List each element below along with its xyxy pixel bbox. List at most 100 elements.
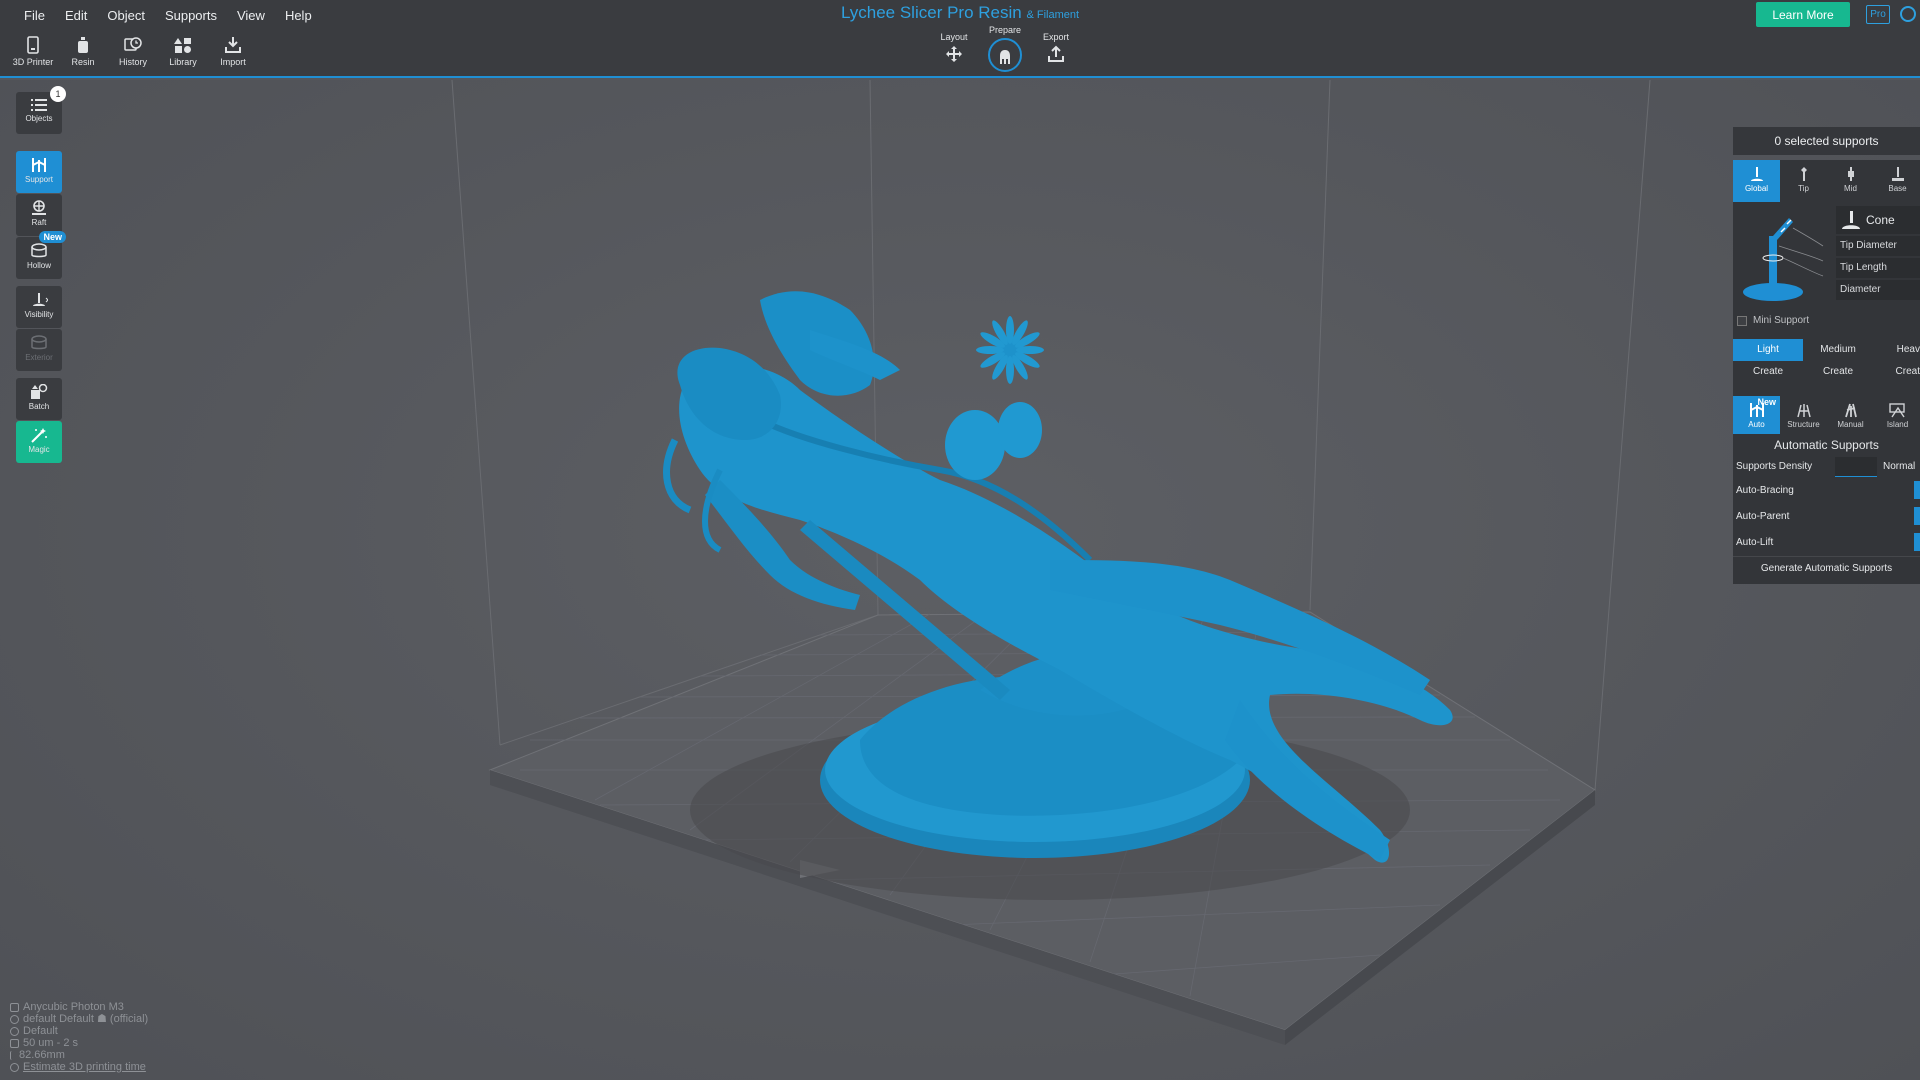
tab-base[interactable]: Base bbox=[1874, 160, 1920, 202]
tab-auto[interactable]: Auto New bbox=[1733, 396, 1780, 434]
automatic-supports-title: Automatic Supports bbox=[1774, 438, 1879, 452]
exterior-label: Exterior bbox=[25, 353, 53, 362]
history-button[interactable]: History bbox=[109, 34, 157, 67]
magic-button[interactable]: Magic bbox=[16, 421, 62, 463]
tip-length-field[interactable]: Tip Length bbox=[1836, 258, 1920, 278]
printer-small-icon bbox=[10, 1002, 19, 1012]
supports-density-slider[interactable] bbox=[1835, 457, 1877, 477]
list-icon bbox=[31, 99, 47, 111]
printer-label: 3D Printer bbox=[12, 57, 54, 67]
batch-icon bbox=[31, 384, 48, 399]
magic-label: Magic bbox=[28, 445, 50, 454]
status-height: 82.66mm bbox=[10, 1049, 148, 1061]
menu-help[interactable]: Help bbox=[275, 8, 322, 23]
objects-count-badge: 1 bbox=[50, 86, 66, 102]
import-button[interactable]: Import bbox=[209, 34, 257, 67]
batch-button[interactable]: Batch bbox=[16, 378, 62, 420]
tab-tip-label: Tip bbox=[1798, 184, 1809, 193]
hollow-button[interactable]: Hollow New bbox=[16, 231, 66, 279]
supports-density-value: Normal bbox=[1883, 461, 1916, 472]
create-medium-button[interactable]: Create bbox=[1803, 361, 1873, 383]
estimate-print-time-link[interactable]: Estimate 3D printing time bbox=[23, 1061, 146, 1073]
magic-wand-icon bbox=[31, 428, 47, 443]
tab-mid[interactable]: Mid bbox=[1827, 160, 1874, 202]
auto-new-badge: New bbox=[1757, 397, 1776, 407]
create-light-button[interactable]: Create bbox=[1733, 361, 1803, 383]
objects-button[interactable]: Objects 1 bbox=[16, 86, 66, 134]
shape-value: Cone bbox=[1866, 213, 1895, 227]
auto-parent-toggle[interactable] bbox=[1914, 507, 1920, 525]
menu-view[interactable]: View bbox=[227, 8, 275, 23]
stage-prepare-circle bbox=[988, 38, 1022, 72]
pro-badge[interactable]: Pro bbox=[1866, 5, 1890, 24]
tab-mid-label: Mid bbox=[1844, 184, 1857, 193]
menu-edit[interactable]: Edit bbox=[55, 8, 97, 23]
exterior-button: Exterior bbox=[16, 329, 62, 371]
auto-lift-label: Auto-Lift bbox=[1736, 537, 1774, 548]
resin-button[interactable]: Resin bbox=[59, 34, 107, 67]
tip-diameter-label: Tip Diameter bbox=[1840, 240, 1897, 251]
auto-bracing-label: Auto-Bracing bbox=[1736, 485, 1794, 496]
mini-support-checkbox[interactable] bbox=[1737, 316, 1747, 326]
tab-manual-label: Manual bbox=[1837, 420, 1864, 429]
tab-structure[interactable]: Structure bbox=[1780, 396, 1827, 434]
import-icon bbox=[225, 37, 241, 53]
island-icon bbox=[1888, 403, 1905, 418]
raft-button[interactable]: Raft bbox=[16, 194, 62, 236]
shape-selector[interactable]: Cone bbox=[1836, 206, 1920, 234]
user-account-icon[interactable] bbox=[1900, 6, 1916, 22]
base-icon bbox=[1891, 167, 1904, 181]
menu-object[interactable]: Object bbox=[97, 8, 155, 23]
selected-supports-text: 0 selected supports bbox=[1774, 134, 1879, 148]
support-label: Support bbox=[24, 175, 54, 184]
library-button[interactable]: Library bbox=[159, 34, 207, 67]
tab-base-label: Base bbox=[1888, 184, 1907, 193]
library-icon bbox=[174, 38, 191, 53]
tab-tip[interactable]: Tip bbox=[1780, 160, 1827, 202]
tab-manual[interactable]: Manual bbox=[1827, 396, 1874, 434]
menu-bar: File Edit Object Supports View Help Lych… bbox=[0, 0, 1920, 30]
objects-label: Objects bbox=[25, 114, 53, 123]
auto-lift-toggle[interactable] bbox=[1914, 533, 1920, 551]
menu-supports[interactable]: Supports bbox=[155, 8, 227, 23]
raft-label: Raft bbox=[31, 218, 47, 227]
support-button[interactable]: Support bbox=[16, 151, 62, 193]
tab-global-label: Global bbox=[1744, 184, 1769, 193]
status-layer-text: 50 um - 2 s bbox=[23, 1037, 79, 1049]
library-label: Library bbox=[169, 57, 197, 67]
diameter-field[interactable]: Diameter bbox=[1836, 280, 1920, 300]
status-resin-text: Default bbox=[23, 1025, 58, 1037]
support-tree-icon bbox=[1000, 49, 1010, 64]
status-profile: default Default ☗ (official) bbox=[10, 1013, 148, 1025]
preset-medium[interactable]: Medium bbox=[1803, 339, 1873, 361]
height-icon bbox=[10, 1050, 15, 1060]
tab-island[interactable]: Island bbox=[1874, 396, 1920, 434]
stage-prepare[interactable]: Prepare bbox=[983, 25, 1027, 72]
visibility-button[interactable]: Visibility bbox=[16, 286, 62, 328]
import-label: Import bbox=[220, 57, 246, 67]
stage-export[interactable]: Export bbox=[1034, 32, 1078, 63]
3d-viewport[interactable]: Objects 1 Support Raft Hollow New Visibi… bbox=[0, 80, 1920, 1080]
preset-heavy[interactable]: Heav bbox=[1873, 339, 1920, 361]
printer-button[interactable]: 3D Printer bbox=[9, 34, 57, 67]
scene-svg bbox=[451, 80, 1651, 1045]
layer-icon bbox=[10, 1038, 19, 1048]
history-icon bbox=[124, 37, 142, 51]
generate-automatic-supports-button[interactable]: Generate Automatic Supports bbox=[1733, 556, 1920, 580]
tip-length-label: Tip Length bbox=[1840, 262, 1887, 273]
selected-supports-header: 0 selected supports bbox=[1733, 127, 1920, 155]
tab-global[interactable]: Global bbox=[1733, 160, 1780, 202]
preset-light[interactable]: Light bbox=[1733, 339, 1803, 361]
menu-file[interactable]: File bbox=[14, 8, 55, 23]
tab-auto-label: Auto bbox=[1748, 420, 1765, 429]
support-icon bbox=[32, 158, 46, 172]
stage-prepare-label: Prepare bbox=[988, 25, 1022, 35]
stage-layout[interactable]: Layout bbox=[932, 32, 976, 63]
export-icon bbox=[1048, 45, 1064, 62]
tip-diameter-field[interactable]: Tip Diameter bbox=[1836, 236, 1920, 256]
create-heavy-button[interactable]: Creat bbox=[1873, 361, 1920, 383]
app-title-text: Lychee Slicer Pro Resin bbox=[840, 3, 1022, 22]
auto-bracing-toggle[interactable] bbox=[1914, 481, 1920, 499]
tab-structure-label: Structure bbox=[1787, 420, 1820, 429]
learn-more-button[interactable]: Learn More bbox=[1756, 2, 1850, 27]
